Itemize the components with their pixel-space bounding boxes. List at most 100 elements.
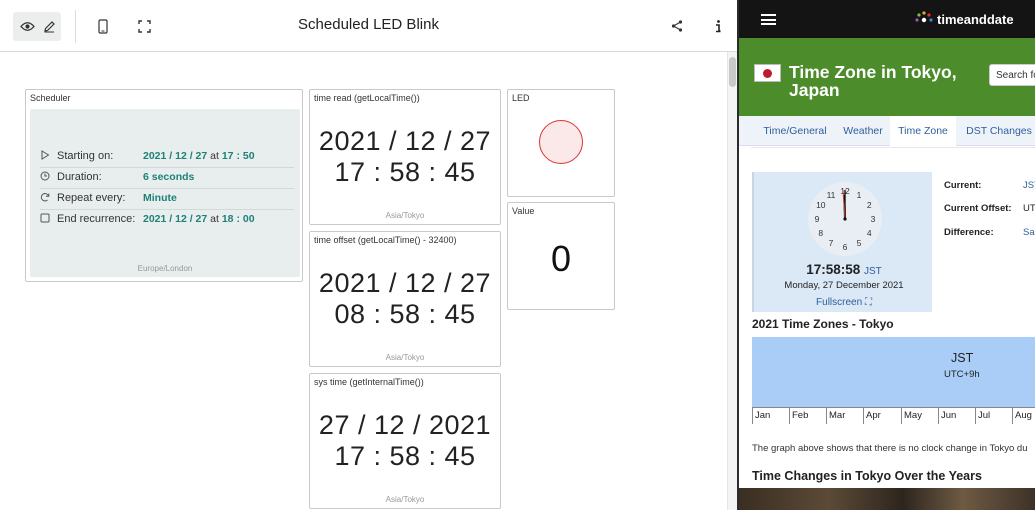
menu-icon[interactable] bbox=[761, 14, 776, 25]
scheduler-label: Scheduler bbox=[30, 93, 71, 103]
time-read-widget: time read (getLocalTime()) 2021 / 12 / 2… bbox=[309, 89, 501, 225]
dashboard-toolbar: Scheduled LED Blink bbox=[0, 0, 737, 52]
tab-content-top bbox=[751, 147, 1035, 156]
value-widget: Value 0 bbox=[507, 202, 615, 310]
month-label: May bbox=[901, 408, 938, 424]
led-indicator bbox=[539, 120, 583, 164]
schedule-repeat-row[interactable]: Repeat every: Minute bbox=[40, 188, 294, 209]
time-read-date: 2021 / 12 / 27 bbox=[318, 126, 492, 156]
month-axis: Jan Feb Mar Apr May Jun Jul Aug bbox=[752, 407, 1035, 424]
time-read-timezone: Asia/Tokyo bbox=[385, 211, 425, 220]
month-label: Jul bbox=[975, 408, 1012, 424]
clock-numeral: 2 bbox=[867, 200, 872, 210]
site-header: timeanddate bbox=[739, 0, 1035, 38]
search-input[interactable]: Search fo bbox=[989, 64, 1035, 86]
clock-numeral: 3 bbox=[871, 214, 876, 224]
repeat-value: Minute bbox=[143, 192, 177, 204]
time-read-time: 17 : 58 : 45 bbox=[334, 157, 476, 187]
info-offset-label: Current Offset: bbox=[944, 203, 1012, 214]
month-label: Apr bbox=[863, 408, 901, 424]
schedule-duration-row[interactable]: Duration: 6 seconds bbox=[40, 167, 294, 188]
duration-label: Duration: bbox=[57, 171, 102, 183]
scheduler-widget: Scheduler Starting on: 2021 / 12 / 27 at… bbox=[25, 89, 303, 282]
sys-time-date: 27 / 12 / 2021 bbox=[318, 410, 492, 440]
sys-time-timezone: Asia/Tokyo bbox=[385, 495, 425, 504]
repeat-label: Repeat every: bbox=[57, 192, 126, 204]
analog-clock: 121234567891011 bbox=[808, 182, 882, 256]
end-label: End recurrence: bbox=[57, 213, 136, 225]
site-logo[interactable]: timeanddate bbox=[937, 12, 1014, 27]
tab-time-general[interactable]: Time/General bbox=[753, 116, 837, 146]
clock-icon bbox=[40, 171, 50, 181]
checkbox-icon bbox=[40, 213, 50, 223]
fullscreen-link[interactable]: Fullscreen ⛶ bbox=[754, 297, 934, 308]
clock-numeral: 4 bbox=[867, 228, 872, 238]
clock-numeral: 5 bbox=[857, 238, 862, 248]
month-label: Jan bbox=[752, 408, 789, 424]
header-photo bbox=[739, 488, 1035, 510]
page-banner: Time Zone in Tokyo, Japan Search fo bbox=[739, 38, 1035, 116]
clock-numeral: 7 bbox=[829, 238, 834, 248]
time-offset-widget: time offset (getLocalTime() - 32400) 202… bbox=[309, 231, 501, 367]
timeanddate-logo-icon bbox=[915, 11, 933, 23]
month-label: Jun bbox=[938, 408, 975, 424]
clock-numeral: 6 bbox=[843, 242, 848, 252]
info-offset-value: UTC bbox=[1023, 203, 1035, 214]
start-label: Starting on: bbox=[57, 150, 114, 162]
month-label: Feb bbox=[789, 408, 826, 424]
schedule-start-row[interactable]: Starting on: 2021 / 12 / 27 at 17 : 50 bbox=[40, 146, 294, 167]
play-icon bbox=[41, 150, 50, 160]
clock-panel: 121234567891011 17:58:58 JST Monday, 27 … bbox=[752, 172, 932, 312]
clock-date: Monday, 27 December 2021 bbox=[784, 280, 904, 291]
time-offset-timezone: Asia/Tokyo bbox=[385, 353, 425, 362]
tab-dst-changes[interactable]: DST Changes bbox=[957, 116, 1035, 146]
tab-weather[interactable]: Weather bbox=[837, 116, 889, 146]
info-current-value[interactable]: JST bbox=[1023, 180, 1035, 191]
led-widget: LED bbox=[507, 89, 615, 197]
end-value: 2021 / 12 / 27 at 18 : 00 bbox=[143, 213, 255, 225]
time-offset-time: 08 : 58 : 45 bbox=[334, 299, 476, 329]
japan-flag-icon bbox=[754, 64, 781, 82]
dashboard-panel: Scheduled LED Blink Scheduler Starting o… bbox=[0, 0, 737, 510]
expand-icon: ⛶ bbox=[864, 297, 872, 308]
digital-time: 17:58:58 JST bbox=[806, 262, 882, 277]
clock-numeral: 9 bbox=[815, 214, 820, 224]
info-icon[interactable] bbox=[709, 17, 727, 35]
sys-time-widget: sys time (getInternalTime()) 27 / 12 / 2… bbox=[309, 373, 501, 509]
browser-panel: timeanddate Time Zone in Tokyo, Japan Se… bbox=[737, 0, 1035, 510]
month-label: Mar bbox=[826, 408, 863, 424]
clock-numeral: 10 bbox=[816, 200, 826, 210]
scrollbar-thumb[interactable] bbox=[729, 57, 736, 87]
value-number: 0 bbox=[550, 238, 572, 279]
share-icon[interactable] bbox=[668, 17, 686, 35]
repeat-icon bbox=[40, 193, 50, 202]
screen: Scheduled LED Blink Scheduler Starting o… bbox=[0, 0, 1035, 510]
led-label: LED bbox=[512, 93, 530, 103]
schedule-end-row[interactable]: End recurrence: 2021 / 12 / 27 at 18 : 0… bbox=[40, 209, 294, 230]
info-current-label: Current: bbox=[944, 180, 982, 191]
info-difference-label: Difference: bbox=[944, 227, 994, 238]
zones-heading: 2021 Time Zones - Tokyo bbox=[752, 317, 894, 331]
zone-utc-offset: UTC+9h bbox=[944, 369, 980, 380]
sys-time-time: 17 : 58 : 45 bbox=[334, 441, 476, 471]
sys-time-label: sys time (getInternalTime()) bbox=[314, 377, 424, 387]
month-label: Aug bbox=[1012, 408, 1035, 424]
changes-heading: Time Changes in Tokyo Over the Years bbox=[752, 469, 982, 483]
time-offset-label: time offset (getLocalTime() - 32400) bbox=[314, 235, 457, 245]
clock-numeral: 1 bbox=[857, 190, 862, 200]
dashboard-scrollbar[interactable] bbox=[727, 52, 737, 510]
time-read-label: time read (getLocalTime()) bbox=[314, 93, 420, 103]
tab-time-zone[interactable]: Time Zone bbox=[890, 116, 956, 146]
time-offset-date: 2021 / 12 / 27 bbox=[318, 268, 492, 298]
clock-numeral: 11 bbox=[827, 190, 836, 200]
graph-description: The graph above shows that there is no c… bbox=[752, 443, 1028, 454]
scheduler-timezone: Europe/London bbox=[137, 264, 193, 273]
page-tabs: Time/General Weather Time Zone DST Chang… bbox=[739, 116, 1035, 146]
value-label: Value bbox=[512, 206, 535, 216]
info-difference-value[interactable]: Sa bbox=[1023, 227, 1035, 238]
scheduler-body: Starting on: 2021 / 12 / 27 at 17 : 50 D… bbox=[30, 109, 300, 277]
page-title: Time Zone in Tokyo, Japan bbox=[789, 62, 957, 100]
dashboard-title: Scheduled LED Blink bbox=[298, 16, 439, 33]
clock-numeral: 8 bbox=[818, 228, 823, 238]
zone-abbreviation: JST bbox=[951, 351, 974, 365]
